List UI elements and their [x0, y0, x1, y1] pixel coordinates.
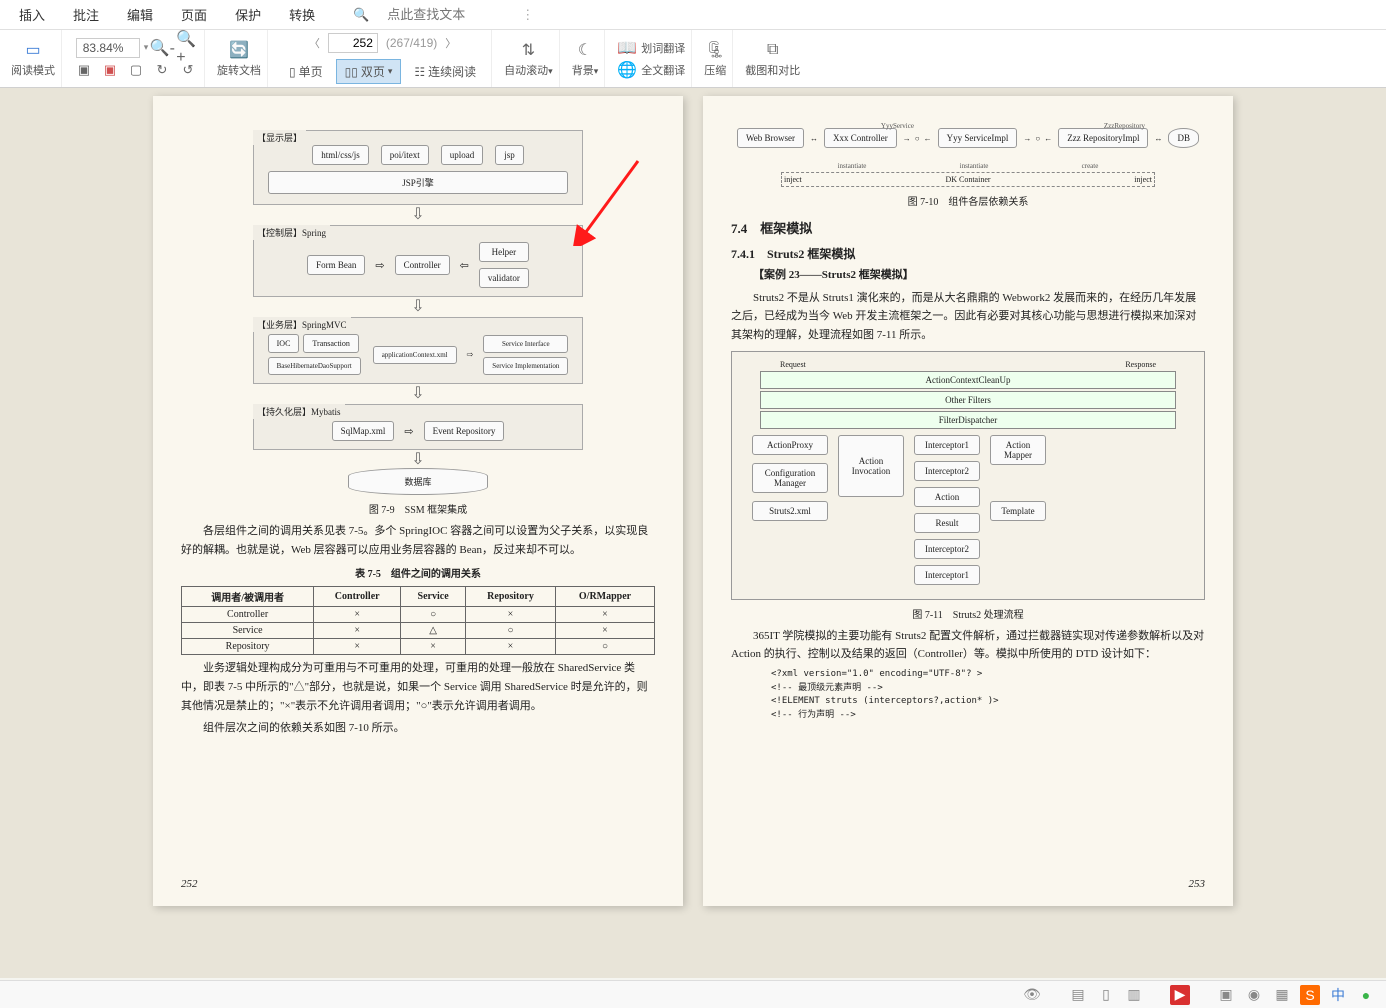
para: 各层组件之间的调用关系见表 7-5。多个 SpringIOC 容器之间可以设置为…: [181, 522, 655, 559]
menu-annotate[interactable]: 批注: [59, 5, 113, 24]
para: Struts2 不是从 Struts1 演化来的，而是从大名鼎鼎的 Webwor…: [731, 289, 1205, 345]
para: 业务逻辑处理构成分为可重用与不可重用的处理，可重用的处理一般放在 SharedS…: [181, 659, 655, 715]
menu-protect[interactable]: 保护: [221, 5, 275, 24]
sb-dot-icon[interactable]: ●: [1356, 985, 1376, 1005]
sb-tool1-icon[interactable]: ▣: [1216, 985, 1236, 1005]
rotate-group: 🔄 旋转文档: [211, 30, 268, 87]
read-mode-label: 阅读模式: [11, 62, 55, 78]
status-bar: 👁 ▤ ▯ ▥ ▶ ▣ ◉ ▦ S 中 ●: [0, 980, 1386, 1008]
menu-bar: 插入 批注 编辑 页面 保护 转换 🔍 ⋮: [0, 0, 1386, 30]
page-input[interactable]: [328, 33, 378, 53]
sb-s-icon[interactable]: S: [1300, 985, 1320, 1005]
business-layer: 【业务层】SpringMVC IOCTransaction BaseHibern…: [253, 317, 583, 384]
section-7-4-1: 7.4.1 Struts2 框架模拟: [731, 245, 1205, 262]
search-more-icon[interactable]: ⋮: [507, 7, 548, 23]
sb-tool2-icon[interactable]: ◉: [1244, 985, 1264, 1005]
dict-icon[interactable]: 📖: [617, 38, 637, 58]
para: 组件层次之间的依赖关系如图 7-10 所示。: [181, 719, 655, 738]
compress-group: 🗜 压缩: [698, 30, 733, 87]
page-number: 252: [181, 878, 198, 890]
page-nav-group: 〈 (267/419) 〉 ▯单页 ▯▯双页▾ ☷连续阅读: [274, 30, 492, 87]
fit-width-icon[interactable]: ▣: [74, 60, 94, 80]
rotate-cw-icon[interactable]: ↻: [152, 60, 172, 80]
chevron-down-icon: ▾: [388, 66, 393, 77]
compare-icon[interactable]: ⧉: [763, 40, 783, 60]
layout-single[interactable]: ▯单页: [280, 59, 332, 84]
menu-insert[interactable]: 插入: [5, 5, 59, 24]
persist-layer: 【持久化层】Mybatis SqlMap.xml ⇨ Event Reposit…: [253, 404, 583, 450]
table-row: Service×△○×: [182, 623, 655, 639]
display-layer: 【显示层】 html/css/js poi/itext upload jsp J…: [253, 130, 583, 205]
arrow-down-icon: ⇩: [248, 209, 588, 221]
table-row: Repository×××○: [182, 639, 655, 655]
fig-7-9-caption: 图 7-9 SSM 框架集成: [181, 501, 655, 516]
zoom-out-icon[interactable]: 🔍-: [152, 38, 172, 58]
table-7-5-title: 表 7-5 组件之间的调用关系: [181, 565, 655, 580]
sb-layout3-icon[interactable]: ▥: [1124, 985, 1144, 1005]
case-23: 【案例 23——Struts2 框架模拟】: [731, 266, 1205, 285]
sb-layout1-icon[interactable]: ▤: [1068, 985, 1088, 1005]
code-block: <?xml version="1.0" encoding="UTF-8"? > …: [771, 668, 1205, 722]
read-mode-icon[interactable]: ▭: [23, 40, 43, 60]
fig-7-10-caption: 图 7-10 组件各层依赖关系: [731, 193, 1205, 208]
moon-icon[interactable]: ☾: [575, 40, 595, 60]
next-page-icon[interactable]: 〉: [445, 35, 456, 51]
search-icon: 🔍: [339, 7, 383, 23]
translate-group: 📖划词翻译 🌐全文翻译: [611, 30, 692, 87]
autoscroll-icon[interactable]: ⇅: [518, 40, 538, 60]
page-right: Web Browser↔ Xxx Controller→ ○← Yyy Serv…: [703, 96, 1233, 906]
layout-double[interactable]: ▯▯双页▾: [336, 59, 402, 84]
actual-size-icon[interactable]: ▢: [126, 60, 146, 80]
autoscroll-group: ⇅ 自动滚动▾: [498, 30, 560, 87]
search-input[interactable]: [387, 7, 507, 22]
sb-layout2-icon[interactable]: ▯: [1096, 985, 1116, 1005]
sb-tool3-icon[interactable]: ▦: [1272, 985, 1292, 1005]
table-7-5: 调用者/被调用者ControllerServiceRepositoryO/RMa…: [181, 586, 655, 655]
fit-page-icon[interactable]: ▣: [100, 60, 120, 80]
read-mode-group: ▭ 阅读模式: [5, 30, 62, 87]
page-total: (267/419): [386, 36, 437, 50]
menu-convert[interactable]: 转换: [275, 5, 329, 24]
single-page-icon: ▯: [289, 65, 296, 79]
rotate-ccw-icon[interactable]: ↺: [178, 60, 198, 80]
prev-page-icon[interactable]: 〈: [309, 35, 320, 51]
zoom-value[interactable]: 83.84%: [76, 38, 140, 58]
compare-group: ⧉ 截图和对比: [739, 30, 806, 87]
layout-continuous[interactable]: ☷连续阅读: [405, 59, 485, 84]
page-left: 【显示层】 html/css/js poi/itext upload jsp J…: [153, 96, 683, 906]
compress-icon[interactable]: 🗜: [705, 40, 725, 60]
database-icon: 数据库: [348, 468, 488, 495]
sb-eye-icon[interactable]: 👁: [1022, 985, 1042, 1005]
fulltrans-icon[interactable]: 🌐: [617, 60, 637, 80]
chevron-down-icon: ▾: [548, 66, 553, 76]
zoom-dropdown-icon[interactable]: ▾: [144, 42, 149, 53]
zoom-in-icon[interactable]: 🔍+: [176, 38, 196, 58]
continuous-icon: ☷: [414, 65, 425, 79]
sb-lang-icon[interactable]: 中: [1328, 985, 1348, 1005]
fig-7-11-caption: 图 7-11 Struts2 处理流程: [731, 606, 1205, 621]
background-group: ☾ 背景▾: [566, 30, 606, 87]
control-layer: 【控制层】Spring Form Bean ⇨ Controller ⇦ Hel…: [253, 225, 583, 297]
table-row: Controller×○××: [182, 607, 655, 623]
zoom-group: 83.84% ▾ 🔍- 🔍+ ▣ ▣ ▢ ↻ ↺: [68, 30, 205, 87]
arrow-down-icon: ⇩: [248, 301, 588, 313]
rotate-doc-icon[interactable]: 🔄: [229, 40, 249, 60]
double-page-icon: ▯▯: [345, 65, 358, 79]
arrow-down-icon: ⇩: [248, 454, 588, 466]
sb-play-icon[interactable]: ▶: [1170, 985, 1190, 1005]
para: 365IT 学院模拟的主要功能有 Struts2 配置文件解析，通过拦截器链实现…: [731, 627, 1205, 664]
menu-edit[interactable]: 编辑: [113, 5, 167, 24]
section-7-4: 7.4 框架模拟: [731, 218, 1205, 237]
rotate-label: 旋转文档: [217, 62, 261, 78]
page-number: 253: [1189, 878, 1206, 890]
arrow-down-icon: ⇩: [248, 388, 588, 400]
chevron-down-icon: ▾: [594, 66, 599, 76]
toolbar: ▭ 阅读模式 83.84% ▾ 🔍- 🔍+ ▣ ▣ ▢ ↻ ↺ 🔄 旋转文档 〈…: [0, 30, 1386, 88]
search-area: 🔍 ⋮: [339, 7, 548, 23]
struts2-diagram: RequestResponse ActionContextCleanUp Oth…: [731, 351, 1205, 600]
document-view[interactable]: 【显示层】 html/css/js poi/itext upload jsp J…: [0, 88, 1386, 978]
menu-page[interactable]: 页面: [167, 5, 221, 24]
